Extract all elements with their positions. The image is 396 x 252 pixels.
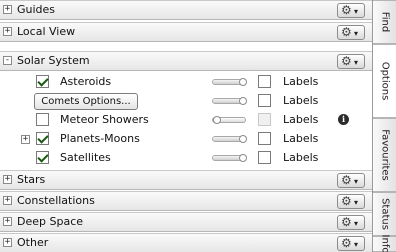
section-deep-space[interactable]: + Deep Space ⚙ ▾: [0, 212, 372, 232]
expand-icon[interactable]: +: [3, 27, 12, 36]
asteroids-checkbox[interactable]: [36, 75, 49, 88]
slider-thumb[interactable]: [239, 154, 247, 162]
section-title: Stars: [17, 173, 46, 186]
section-title: Deep Space: [17, 215, 84, 228]
row-label: Asteroids: [60, 75, 112, 88]
chevron-down-icon: ▾: [354, 219, 359, 228]
slider-thumb[interactable]: [239, 135, 247, 143]
satellites-checkbox[interactable]: [36, 151, 49, 164]
tab-status[interactable]: Status: [373, 192, 396, 236]
meteor-showers-checkbox[interactable]: [36, 113, 49, 126]
slider-fill: [213, 137, 239, 141]
gear-icon: ⚙: [341, 173, 352, 187]
labels-checkbox[interactable]: [258, 75, 271, 88]
opacity-slider[interactable]: [212, 78, 247, 86]
section-title: Local View: [17, 25, 76, 38]
expand-icon[interactable]: +: [3, 217, 12, 226]
sky-panel-window: + Guides ⚙ ▾ + Local View ⚙ ▾ - Solar Sy…: [0, 0, 396, 252]
slider-fill: [213, 156, 239, 160]
tab-label: Status: [379, 198, 390, 230]
slider-fill: [213, 99, 239, 103]
gear-icon: ⚙: [341, 236, 352, 250]
row-planets-moons: + Planets-Moons Labels: [0, 130, 372, 148]
chevron-down-icon: ▾: [354, 7, 359, 16]
section-menu-button[interactable]: ⚙ ▾: [337, 173, 365, 188]
section-title: Solar System: [17, 54, 90, 67]
section-menu-button[interactable]: ⚙ ▾: [337, 215, 365, 230]
chevron-down-icon: ▾: [354, 240, 359, 249]
expand-icon[interactable]: +: [3, 238, 12, 247]
opacity-slider[interactable]: [212, 116, 246, 124]
chevron-down-icon: ▾: [354, 177, 359, 186]
chevron-down-icon: ▾: [354, 29, 359, 38]
expand-icon[interactable]: +: [3, 196, 12, 205]
labels-checkbox[interactable]: [258, 132, 271, 145]
section-title: Other: [17, 236, 49, 249]
section-menu-button[interactable]: ⚙ ▾: [337, 194, 365, 209]
section-menu-button[interactable]: ⚙ ▾: [337, 54, 365, 69]
tab-favourites[interactable]: Favourites: [373, 118, 396, 192]
labels-checkbox[interactable]: [258, 151, 271, 164]
row-asteroids: Asteroids Labels: [0, 73, 372, 91]
row-label: Satellites: [60, 151, 111, 164]
options-panel: + Guides ⚙ ▾ + Local View ⚙ ▾ - Solar Sy…: [0, 0, 372, 252]
tab-label: Info: [379, 234, 390, 252]
section-menu-button[interactable]: ⚙ ▾: [337, 25, 365, 40]
section-menu-button[interactable]: ⚙ ▾: [337, 3, 365, 18]
chevron-down-icon: ▾: [354, 198, 359, 207]
slider-thumb[interactable]: [239, 97, 247, 105]
tab-info[interactable]: Info: [373, 234, 396, 252]
section-stars[interactable]: + Stars ⚙ ▾: [0, 170, 372, 190]
section-constellations[interactable]: + Constellations ⚙ ▾: [0, 191, 372, 211]
section-other[interactable]: + Other ⚙ ▾: [0, 233, 372, 252]
row-label: Meteor Showers: [60, 113, 149, 126]
tab-options[interactable]: Options: [373, 44, 396, 118]
expand-icon[interactable]: +: [3, 5, 12, 14]
section-guides[interactable]: + Guides ⚙ ▾: [0, 0, 372, 20]
gear-icon: ⚙: [341, 194, 352, 208]
section-title: Guides: [17, 3, 56, 16]
opacity-slider[interactable]: [212, 97, 247, 105]
section-solar-system[interactable]: - Solar System ⚙ ▾: [0, 51, 372, 71]
labels-label: Labels: [283, 113, 319, 126]
opacity-slider[interactable]: [212, 135, 247, 143]
row-meteor-showers: Meteor Showers Labels i: [0, 111, 372, 129]
gear-icon: ⚙: [341, 25, 352, 39]
labels-checkbox[interactable]: [258, 113, 271, 126]
gear-icon: ⚙: [341, 3, 352, 17]
labels-label: Labels: [283, 151, 319, 164]
row-label: Planets-Moons: [60, 132, 140, 145]
expand-icon[interactable]: +: [21, 135, 30, 144]
chevron-down-icon: ▾: [354, 58, 359, 67]
labels-label: Labels: [283, 94, 319, 107]
section-menu-button[interactable]: ⚙ ▾: [337, 236, 365, 251]
row-comets: Comets Options... Labels: [0, 92, 372, 110]
tab-label: Favourites: [379, 129, 390, 181]
gear-icon: ⚙: [341, 215, 352, 229]
planets-moons-checkbox[interactable]: [36, 132, 49, 145]
comets-options-button[interactable]: Comets Options...: [34, 93, 138, 110]
labels-checkbox[interactable]: [258, 94, 271, 107]
section-local-view[interactable]: + Local View ⚙ ▾: [0, 22, 372, 42]
row-satellites: Satellites Labels: [0, 149, 372, 167]
slider-thumb[interactable]: [213, 116, 221, 124]
slider-fill: [213, 80, 239, 84]
slider-thumb[interactable]: [239, 78, 247, 86]
gear-icon: ⚙: [341, 54, 352, 68]
info-icon[interactable]: i: [338, 114, 349, 125]
vertical-tab-bar: Find Options Favourites Status Info: [372, 0, 396, 252]
tab-label: Options: [379, 61, 390, 101]
labels-label: Labels: [283, 132, 319, 145]
labels-label: Labels: [283, 75, 319, 88]
tab-label: Find: [379, 11, 390, 33]
section-title: Constellations: [17, 194, 95, 207]
expand-icon[interactable]: +: [3, 175, 12, 184]
collapse-icon[interactable]: -: [3, 56, 12, 65]
opacity-slider[interactable]: [212, 154, 247, 162]
tab-find[interactable]: Find: [373, 0, 396, 44]
